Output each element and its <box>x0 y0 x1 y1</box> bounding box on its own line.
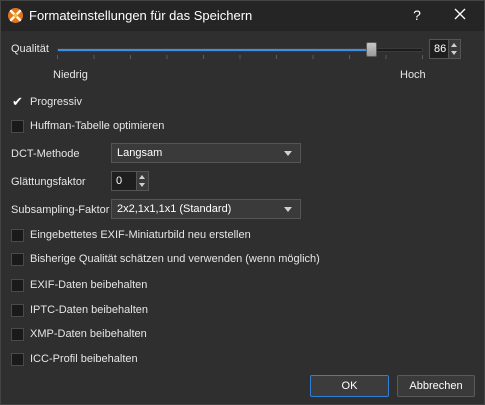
title-bar: Formateinstellungen für das Speichern ? <box>1 1 484 31</box>
option-checkbox-keep-iptc[interactable] <box>11 304 24 317</box>
spin-down-icon[interactable] <box>139 183 145 187</box>
option-checkbox-keep-icc[interactable] <box>11 353 24 366</box>
subsampling-dropdown[interactable]: 2x2,1x1,1x1 (Standard) <box>111 199 301 219</box>
chevron-down-icon <box>284 207 292 212</box>
huffman-checkbox[interactable] <box>11 120 24 133</box>
subsampling-value: 2x2,1x1,1x1 (Standard) <box>117 203 232 215</box>
huffman-label: Huffman-Tabelle optimieren <box>30 120 165 132</box>
dct-method-dropdown[interactable]: Langsam <box>111 143 301 163</box>
smoothing-label: Glättungsfaktor <box>11 176 86 188</box>
checkmark-icon: ✔ <box>12 94 23 109</box>
dct-method-value: Langsam <box>117 147 163 159</box>
progressive-label: Progressiv <box>30 96 82 108</box>
chevron-down-icon <box>284 151 292 156</box>
quality-max-label: Hoch <box>400 69 426 81</box>
option-label-keep-icc: ICC-Profil beibehalten <box>30 353 138 365</box>
quality-label: Qualität <box>11 43 49 55</box>
smoothing-value: 0 <box>116 175 123 187</box>
option-checkbox-keep-xmp[interactable] <box>11 328 24 341</box>
close-icon[interactable] <box>448 4 472 26</box>
help-button[interactable]: ? <box>405 4 429 26</box>
option-checkbox-estimate-quality[interactable] <box>11 253 24 266</box>
option-label-exif-thumbnail: Eingebettetes EXIF-Miniaturbild neu erst… <box>30 229 251 241</box>
subsampling-label: Subsampling-Faktor <box>11 204 110 216</box>
smoothing-spinbox[interactable]: 0 <box>111 171 149 191</box>
quality-slider-fill <box>58 49 371 51</box>
option-checkbox-exif-thumbnail[interactable] <box>11 229 24 242</box>
option-label-keep-iptc: IPTC-Daten beibehalten <box>30 304 149 316</box>
spin-up-icon[interactable] <box>451 43 457 47</box>
progressive-checkbox[interactable]: ✔ <box>11 94 24 109</box>
quality-min-label: Niedrig <box>53 69 88 81</box>
cancel-button[interactable]: Abbrechen <box>397 375 475 397</box>
spin-down-icon[interactable] <box>451 51 457 55</box>
save-format-settings-dialog: Formateinstellungen für das Speichern ? … <box>0 0 485 405</box>
option-label-keep-xmp: XMP-Daten beibehalten <box>30 328 147 340</box>
xnview-app-icon <box>8 8 23 23</box>
window-title: Formateinstellungen für das Speichern <box>29 8 253 23</box>
quality-spinbox[interactable]: 86 <box>429 39 461 59</box>
spin-up-icon[interactable] <box>139 175 145 179</box>
smoothing-spin-arrows[interactable] <box>136 172 148 190</box>
quality-spin-arrows[interactable] <box>448 40 460 58</box>
option-checkbox-keep-exif[interactable] <box>11 279 24 292</box>
quality-slider-handle[interactable] <box>366 42 378 57</box>
ok-button[interactable]: OK <box>310 375 389 397</box>
option-label-keep-exif: EXIF-Daten beibehalten <box>30 279 148 291</box>
dct-method-label: DCT-Methode <box>11 148 80 160</box>
quality-value: 86 <box>434 43 447 55</box>
option-label-estimate-quality: Bisherige Qualität schätzen und verwende… <box>30 253 320 265</box>
